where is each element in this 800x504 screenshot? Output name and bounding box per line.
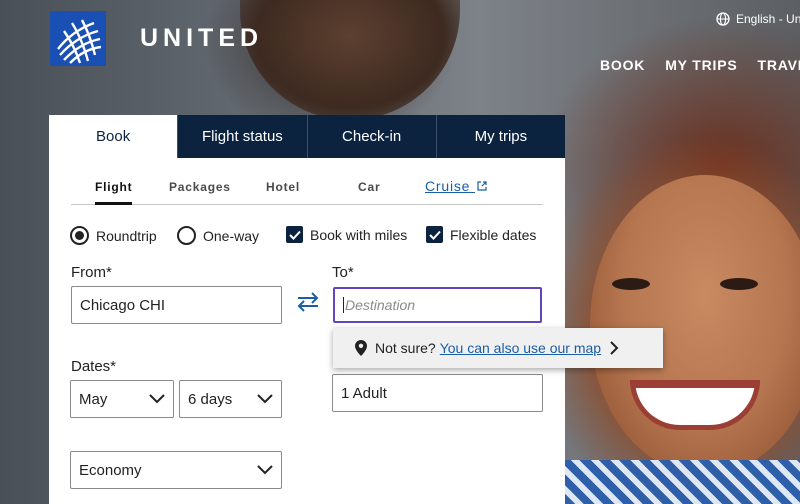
subtab-cruise[interactable]: Cruise [425, 178, 487, 194]
cruise-link-label: Cruise [425, 178, 471, 194]
booking-panel: Book Flight status Check-in My trips Fli… [49, 115, 565, 504]
from-label: From* [71, 264, 112, 281]
external-link-icon [477, 181, 487, 191]
globe-icon [716, 12, 730, 26]
swap-airports-icon[interactable] [295, 291, 321, 318]
map-hint-tooltip[interactable]: Not sure? You can also use our map [333, 328, 663, 368]
language-label: English - Uni [736, 12, 800, 26]
travelers-value: 1 Adult [341, 384, 387, 402]
trip-options: Roundtrip One-way Book with miles Flexib… [70, 226, 550, 246]
cabin-value: Economy [79, 461, 142, 479]
hero-eye-left [612, 278, 650, 290]
main-nav: BOOK MY TRIPS TRAVEL [600, 57, 800, 73]
chevron-right-icon [610, 341, 619, 355]
flexible-dates-label: Flexible dates [450, 226, 537, 243]
duration-value: 6 days [188, 390, 233, 408]
tab-book[interactable]: Book [49, 115, 178, 158]
subtab-flight[interactable]: Flight [95, 180, 133, 205]
flexible-dates-checkbox[interactable] [426, 226, 443, 243]
subtab-packages[interactable]: Packages [169, 180, 231, 194]
location-pin-icon [355, 340, 367, 356]
one-way-label: One-way [203, 227, 260, 244]
duration-select[interactable]: 6 days [179, 380, 282, 418]
globe-logo-icon[interactable] [50, 11, 106, 66]
brand-wordmark[interactable]: UNITED [140, 24, 263, 53]
tab-my-trips[interactable]: My trips [435, 115, 565, 158]
from-input[interactable]: Chicago CHI [71, 286, 282, 324]
tab-check-in[interactable]: Check-in [306, 115, 436, 158]
from-value: Chicago CHI [80, 296, 166, 314]
language-selector[interactable]: English - Uni [716, 12, 800, 26]
hero-eye-right [720, 278, 758, 290]
map-hint-text: Not sure? [375, 340, 436, 356]
travelers-select[interactable]: 1 Adult [332, 374, 543, 412]
checkmark-icon [428, 230, 441, 240]
chevron-down-icon [257, 394, 273, 404]
cabin-select[interactable]: Economy [70, 451, 282, 489]
book-with-miles-option[interactable]: Book with miles [286, 226, 407, 243]
flexible-dates-option[interactable]: Flexible dates [426, 226, 536, 243]
nav-book[interactable]: BOOK [600, 57, 645, 73]
month-value: May [79, 390, 108, 408]
roundtrip-radio[interactable] [70, 226, 89, 245]
chevron-down-icon [257, 465, 273, 475]
map-hint-link[interactable]: You can also use our map [440, 340, 601, 356]
hero-scarf [560, 460, 800, 504]
to-input[interactable]: Destination [333, 287, 542, 323]
chevron-down-icon [149, 394, 165, 404]
subtab-car[interactable]: Car [358, 180, 380, 194]
book-with-miles-label: Book with miles [310, 226, 408, 243]
to-placeholder: Destination [345, 297, 416, 313]
product-subtabs: Flight Packages Hotel Car Cruise [71, 171, 543, 205]
roundtrip-option[interactable]: Roundtrip [70, 226, 157, 245]
roundtrip-label: Roundtrip [96, 227, 157, 244]
dates-label: Dates* [71, 358, 117, 375]
one-way-radio[interactable] [177, 226, 196, 245]
text-cursor [343, 297, 344, 313]
one-way-option[interactable]: One-way [177, 226, 259, 245]
month-select[interactable]: May [70, 380, 174, 418]
subtab-hotel[interactable]: Hotel [266, 180, 300, 194]
nav-travel[interactable]: TRAVEL [757, 57, 800, 73]
checkmark-icon [288, 230, 301, 240]
nav-my-trips[interactable]: MY TRIPS [665, 57, 737, 73]
to-label: To* [332, 264, 354, 281]
book-with-miles-checkbox[interactable] [286, 226, 303, 243]
tab-flight-status[interactable]: Flight status [177, 115, 307, 158]
booking-tabs: Book Flight status Check-in My trips [49, 115, 565, 158]
